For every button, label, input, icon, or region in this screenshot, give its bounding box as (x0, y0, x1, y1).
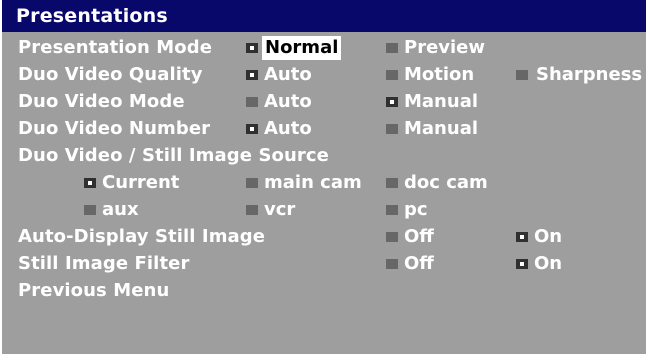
option-label: Off (404, 226, 434, 247)
auto-display-row: Auto-Display Still Image Off On (2, 223, 646, 251)
option-label: Auto (264, 64, 312, 85)
option-label: pc (404, 199, 428, 220)
menu-title: Presentations (2, 0, 646, 32)
option-label: Auto (264, 118, 312, 139)
unselected-radio-icon (386, 232, 398, 242)
selected-radio-icon (246, 43, 258, 53)
unselected-radio-icon (516, 70, 528, 80)
unselected-radio-icon (386, 43, 398, 53)
presentation-mode-row: Presentation Mode Normal Preview (2, 34, 646, 62)
option-label: Normal (262, 36, 342, 60)
option-label: Off (404, 253, 434, 274)
selected-radio-icon (246, 124, 258, 134)
duo-video-number-row: Duo Video Number Auto Manual (2, 115, 646, 143)
still-image-filter-row: Still Image Filter Off On (2, 250, 646, 278)
selected-radio-icon (386, 97, 398, 107)
option-label: main cam (264, 172, 362, 193)
option-label: On (534, 226, 563, 247)
previous-menu-link[interactable]: Previous Menu (18, 277, 169, 305)
presentations-menu: Presentations Presentation Mode Normal P… (0, 0, 648, 356)
option-label: vcr (264, 199, 296, 220)
option-label: Manual (404, 118, 479, 139)
source-row: Duo Video / Still Image Source (2, 142, 646, 170)
option-label: Sharpness (536, 64, 643, 85)
selected-radio-icon (84, 178, 96, 188)
duo-video-quality-label: Duo Video Quality (18, 64, 203, 85)
presentation-mode-label: Presentation Mode (18, 37, 213, 58)
selected-radio-icon (516, 232, 528, 242)
option-label: aux (102, 199, 139, 220)
unselected-radio-icon (386, 259, 398, 269)
unselected-radio-icon (386, 205, 398, 215)
source-label: Duo Video / Still Image Source (18, 145, 329, 166)
still-image-filter-label: Still Image Filter (18, 253, 190, 274)
unselected-radio-icon (386, 178, 398, 188)
duo-video-number-label: Duo Video Number (18, 118, 211, 139)
source-options-row-1: Current main cam doc cam (2, 169, 646, 197)
duo-video-mode-label: Duo Video Mode (18, 91, 185, 112)
selected-radio-icon (516, 259, 528, 269)
option-label: Auto (264, 91, 312, 112)
option-label: Manual (404, 91, 479, 112)
selected-radio-icon (246, 70, 258, 80)
option-label: Motion (404, 64, 475, 85)
unselected-radio-icon (386, 124, 398, 134)
option-label: Preview (404, 37, 486, 58)
option-label: Current (102, 172, 180, 193)
unselected-radio-icon (246, 97, 258, 107)
unselected-radio-icon (246, 205, 258, 215)
previous-menu-row[interactable]: Previous Menu (2, 277, 646, 305)
option-label: doc cam (404, 172, 488, 193)
unselected-radio-icon (84, 205, 96, 215)
unselected-radio-icon (246, 178, 258, 188)
duo-video-mode-row: Duo Video Mode Auto Manual (2, 88, 646, 116)
unselected-radio-icon (386, 70, 398, 80)
auto-display-label: Auto-Display Still Image (18, 226, 266, 247)
option-label: On (534, 253, 563, 274)
duo-video-quality-row: Duo Video Quality Auto Motion Sharpness (2, 61, 646, 89)
source-options-row-2: aux vcr pc (2, 196, 646, 224)
